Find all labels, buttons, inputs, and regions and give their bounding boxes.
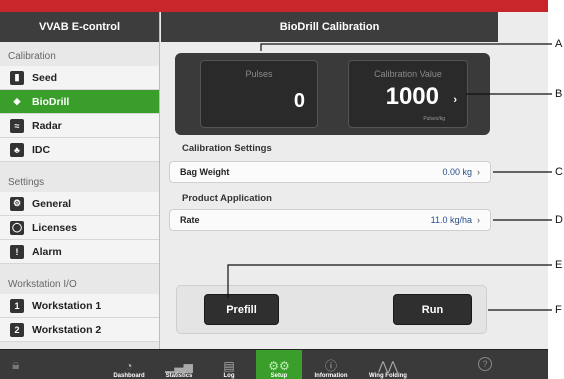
callout-letter-c: C — [555, 166, 563, 178]
callout-letter-b: B — [555, 88, 563, 100]
callout-lines — [227, 43, 552, 311]
callout-letter-a: A — [555, 38, 563, 50]
callout-letter-d: D — [555, 214, 563, 226]
callout-line-e — [227, 264, 552, 298]
callout-letter-e: E — [555, 259, 563, 271]
callout-letter-f: F — [555, 304, 562, 316]
callout-line-a — [260, 43, 552, 51]
